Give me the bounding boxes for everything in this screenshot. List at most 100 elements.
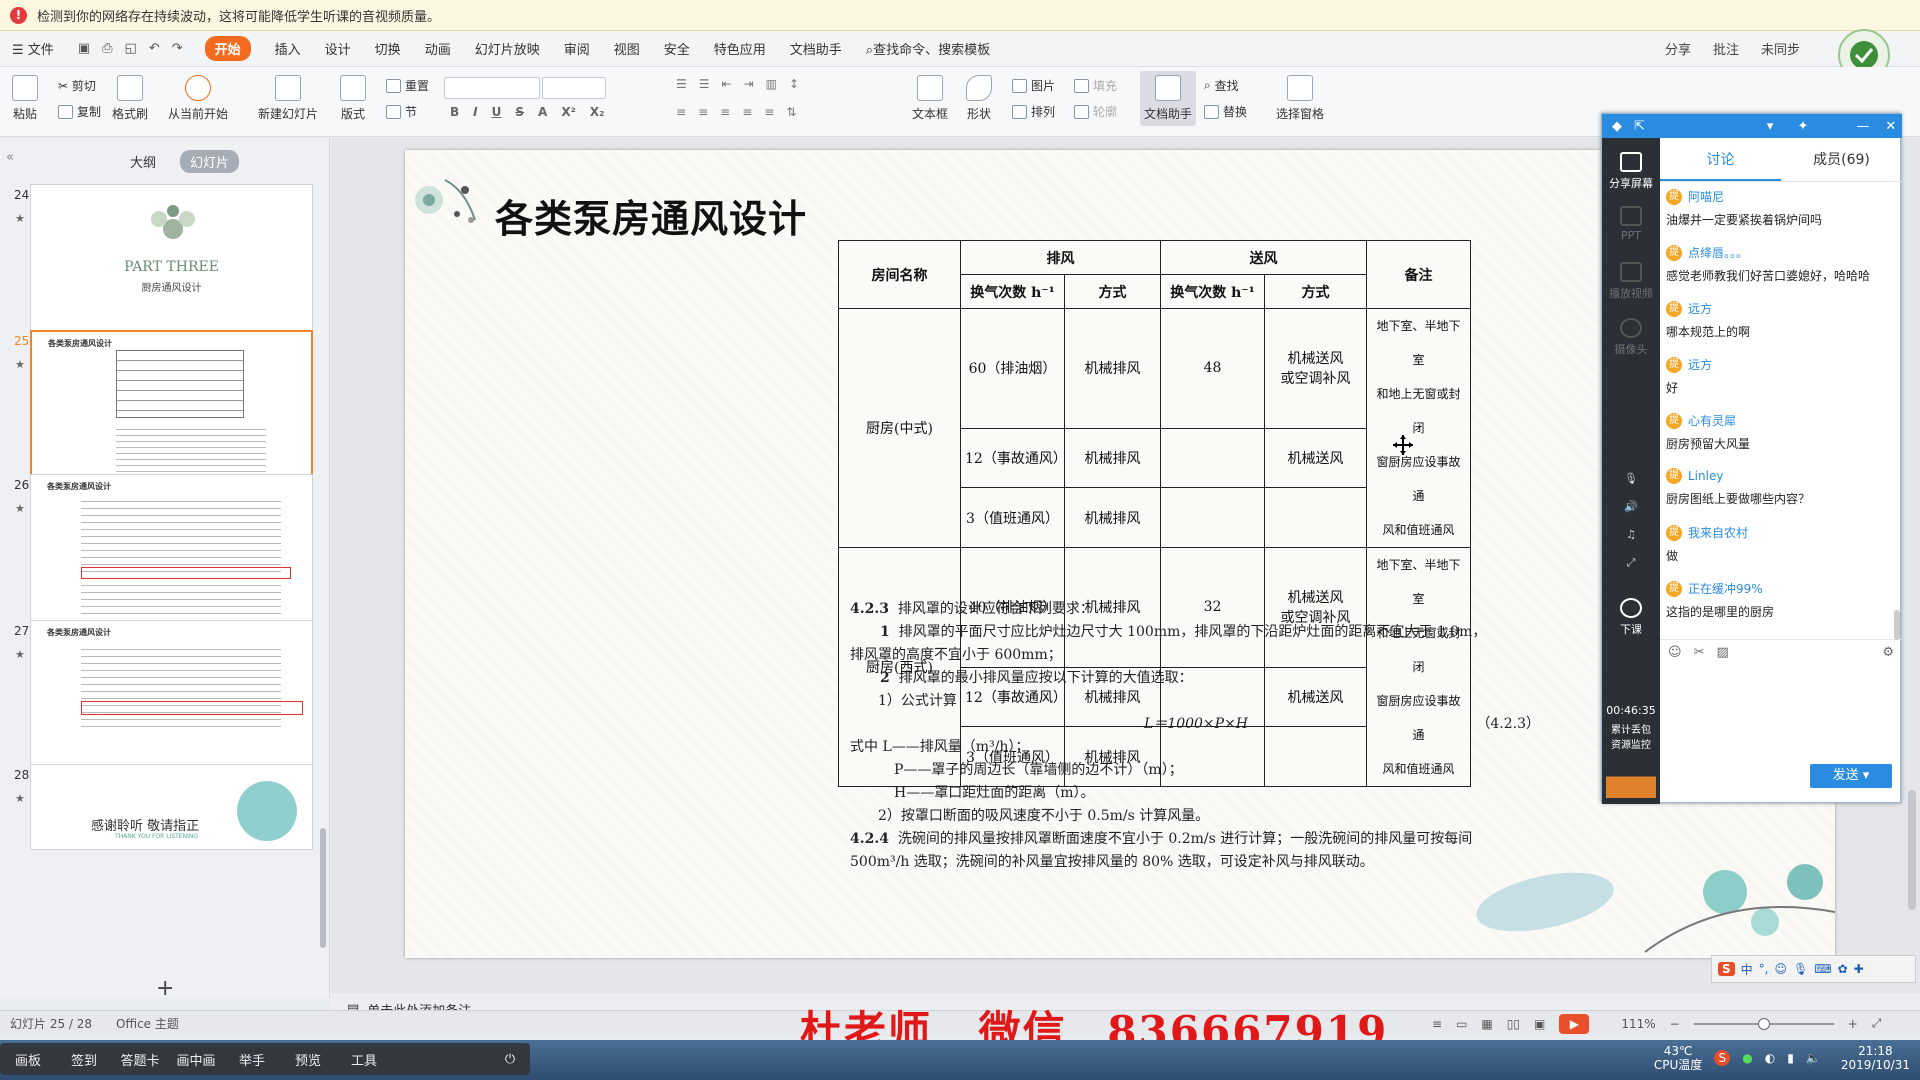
chat-scrollbar[interactable] [1894,610,1900,640]
underline-icon[interactable]: U [492,105,502,119]
comment-button[interactable]: 批注 [1713,39,1739,58]
close-icon[interactable]: ✕ [1885,119,1896,134]
volume-icon[interactable]: 🔈 [1806,1051,1821,1065]
share-button[interactable]: 分享 [1665,39,1691,58]
subscript-icon[interactable]: X₂ [590,105,605,119]
line-spacing-icon[interactable]: ↕ [789,77,799,91]
align-center-icon[interactable]: ≡ [698,105,708,119]
emoji-icon[interactable]: ☺ [1775,962,1788,976]
bold-icon[interactable]: B [450,105,459,119]
command-search[interactable]: ⌕查找命令、搜索模板 [866,39,990,58]
zoom-slider[interactable] [1693,1017,1834,1030]
format-painter-button[interactable]: 格式刷 [112,75,148,122]
settings-gear-icon[interactable]: ⚙ [1882,645,1894,660]
fill-button[interactable]: 填充 [1074,77,1117,94]
tab-view[interactable]: 视图 [614,39,640,58]
cut-button[interactable]: ✂ 剪切 [58,77,96,94]
doc-assistant-button[interactable]: 文档助手 [1140,71,1197,126]
green-app-icon[interactable]: ● [1742,1051,1752,1065]
justify-icon[interactable]: ≡ [742,105,752,119]
popout-icon[interactable]: ⇱ [1634,119,1645,134]
tab-doc-assistant[interactable]: 文档助手 [790,39,842,58]
replace-button[interactable]: 替换 [1204,103,1247,120]
notes-toggle-icon[interactable]: ≡ [1432,1017,1442,1031]
slide-thumbnail-27[interactable]: 各类泵房通风设计 [30,620,313,778]
sidebar-scrollbar[interactable] [320,828,326,948]
shape-button[interactable]: 形状 [966,75,992,122]
redo-icon[interactable]: ↷ [172,41,183,56]
font-name-select[interactable] [444,77,540,99]
camera-button[interactable]: 摄像头 [1602,318,1660,357]
sign-in-button[interactable]: 签到 [56,1050,112,1069]
end-class-button[interactable]: 下课 [1602,598,1660,637]
italic-icon[interactable]: I [473,105,477,119]
picture-button[interactable]: 图片 [1012,77,1055,94]
image-icon[interactable]: ▨ [1716,645,1728,660]
indent-dec-icon[interactable]: ⇤ [722,77,732,91]
fit-window-icon[interactable]: ⤢ [1872,1016,1882,1031]
tab-discussion[interactable]: 讨论 [1660,138,1781,181]
columns-icon[interactable]: ▥ [766,77,777,91]
font-color-icon[interactable]: A [538,105,547,119]
network-icon[interactable]: ▮ [1787,1051,1794,1065]
number-list-icon[interactable]: ☰ [699,77,710,91]
tab-security[interactable]: 安全 [664,39,690,58]
pin-icon[interactable]: ✦ [1797,119,1808,134]
outline-button[interactable]: 轮廓 [1074,103,1117,120]
preview-button[interactable]: 预览 [280,1050,336,1069]
indent-inc-icon[interactable]: ⇥ [744,77,754,91]
scissors-icon[interactable]: ✂ [1694,645,1705,660]
copy-button[interactable]: 复制 [58,103,101,120]
normal-view-icon[interactable]: ▭ [1456,1017,1467,1031]
zoom-in-icon[interactable]: + [1848,1017,1858,1031]
tab-review[interactable]: 审阅 [564,39,590,58]
tab-animation[interactable]: 动画 [425,39,451,58]
whiteboard-button[interactable]: 画板 [0,1050,56,1069]
tools-icon[interactable]: ✚ [1854,962,1864,976]
tab-slideshow[interactable]: 幻灯片放映 [475,39,540,58]
find-button[interactable]: ⌕ 查找 [1204,77,1239,94]
play-video-button[interactable]: 播放视频 [1602,262,1660,301]
zoom-level[interactable]: 111% [1621,1017,1655,1031]
layout-button[interactable]: 版式 [340,75,366,122]
minimize-icon[interactable]: — [1856,119,1869,134]
ppt-button[interactable]: PPT [1602,206,1660,242]
send-button[interactable]: 发送 ▾ [1810,764,1892,788]
chat-input[interactable] [1660,666,1902,766]
tab-members[interactable]: 成员(69) [1781,138,1902,181]
distribute-icon[interactable]: ≡ [764,105,774,119]
select-pane-button[interactable]: 选择窗格 [1276,75,1324,122]
tab-transition[interactable]: 切换 [375,39,401,58]
emoji-icon[interactable]: ☺ [1668,645,1682,660]
play-slideshow-button[interactable]: ▶ [1559,1013,1590,1034]
file-menu[interactable]: ☰ 文件 [12,39,54,58]
collapse-sidebar-icon[interactable]: « [6,150,14,165]
slide-thumbnail-25[interactable]: 各类泵房通风设计 [30,330,313,488]
answer-card-button[interactable]: 答题卡 [112,1050,168,1069]
reading-view-icon[interactable]: ▯▯ [1507,1017,1520,1031]
raise-hand-button[interactable]: 举手 [224,1050,280,1069]
ime-mode[interactable]: 中 [1741,961,1753,978]
paste-button[interactable]: 粘贴 [12,75,38,122]
dropdown-icon[interactable]: ▾ [1767,119,1774,134]
presenter-view-icon[interactable]: ▣ [1534,1017,1545,1031]
tab-insert[interactable]: 插入 [275,39,301,58]
print-icon[interactable]: ⎙ [102,41,112,56]
undo-icon[interactable]: ↶ [149,41,160,56]
text-direction-icon[interactable]: ⇅ [786,105,796,119]
ime-tray-icon[interactable]: S [1714,1050,1731,1066]
sync-button[interactable]: 未同步 [1761,39,1800,58]
save-icon[interactable]: ▣ [78,41,90,56]
bullet-list-icon[interactable]: ☰ [676,77,687,91]
slide-thumbnail-26[interactable]: 各类泵房通风设计 [30,474,313,632]
speaker-icon[interactable]: 🔊 [1602,500,1660,513]
canvas-scrollbar[interactable] [1908,790,1916,910]
reset-button[interactable]: 重置 [386,77,429,94]
align-left-icon[interactable]: ≡ [676,105,686,119]
pip-button[interactable]: 画中画 [168,1050,224,1069]
tab-slides[interactable]: 幻灯片 [180,150,240,173]
font-size-select[interactable] [542,77,606,99]
keyboard-icon[interactable]: ⌨ [1814,962,1831,976]
arrange-button[interactable]: 排列 [1012,103,1055,120]
tab-design[interactable]: 设计 [325,39,351,58]
